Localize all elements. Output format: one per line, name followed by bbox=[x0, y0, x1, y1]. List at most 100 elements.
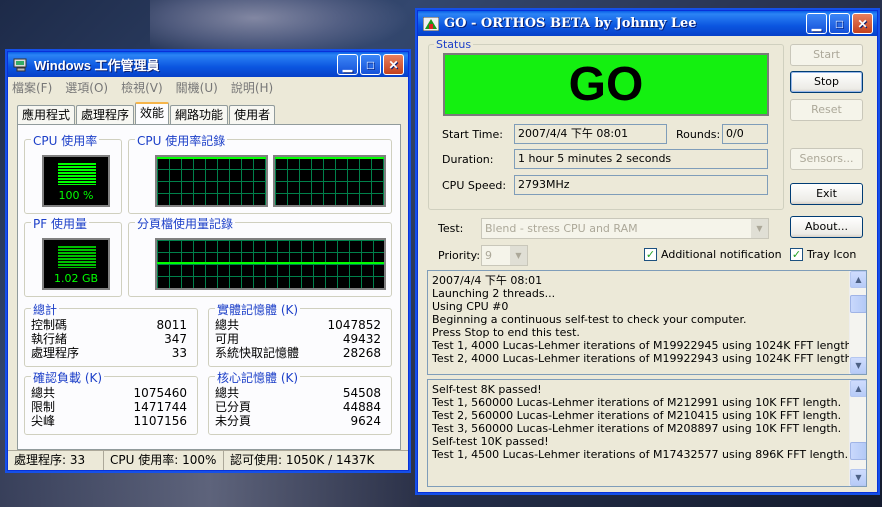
scroll-up-icon[interactable]: ▲ bbox=[850, 271, 866, 288]
log-line: Test 1, 4000 Lucas-Lehmer iterations of … bbox=[432, 339, 856, 352]
close-button[interactable]: ✕ bbox=[852, 13, 873, 34]
close-icon: ✕ bbox=[388, 57, 399, 72]
cpu-history-graph-core1 bbox=[273, 155, 386, 207]
scroll-down-icon[interactable]: ▼ bbox=[850, 469, 866, 486]
thread1-log[interactable]: 2007/4/4 下午 08:01 Launching 2 threads...… bbox=[427, 270, 867, 375]
close-button[interactable]: ✕ bbox=[383, 54, 404, 75]
minimize-icon: ▁ bbox=[811, 16, 822, 31]
maximize-icon: □ bbox=[835, 16, 844, 31]
tray-icon-label: Tray Icon bbox=[807, 248, 857, 261]
stat-row: 系統快取記憶體 28268 bbox=[215, 346, 381, 360]
tab-networking[interactable]: 網路功能 bbox=[170, 105, 229, 124]
maximize-button[interactable]: □ bbox=[829, 13, 850, 34]
test-select[interactable]: Blend - stress CPU and RAM ▼ bbox=[481, 218, 769, 239]
status-processes: 處理程序: 33 bbox=[8, 451, 104, 470]
scroll-thumb[interactable] bbox=[850, 442, 866, 460]
reset-button[interactable]: Reset bbox=[790, 99, 863, 121]
cpu-usage-meter: 100 % bbox=[42, 155, 110, 207]
pf-usage-group: PF 使用量 1.02 GB bbox=[24, 215, 122, 297]
log-line: Beginning a continuous self-test to chec… bbox=[432, 313, 747, 326]
status-commit: 認可使用: 1050K / 1437K bbox=[230, 453, 375, 467]
minimize-icon: ▁ bbox=[342, 57, 353, 72]
stat-row: 總共 1075460 bbox=[31, 386, 187, 400]
log-line: 2007/4/4 下午 08:01 bbox=[432, 274, 543, 287]
rounds-label: Rounds: bbox=[676, 128, 721, 141]
pf-usage-meter: 1.02 GB bbox=[42, 238, 110, 290]
tab-processes[interactable]: 處理程序 bbox=[76, 105, 135, 124]
log-line: Self-test 10K passed! bbox=[432, 435, 549, 448]
tab-users[interactable]: 使用者 bbox=[229, 105, 276, 124]
rounds-field: 0/0 bbox=[722, 124, 768, 144]
start-button[interactable]: Start bbox=[790, 44, 863, 66]
cpu-usage-group: CPU 使用率 100 % bbox=[24, 132, 122, 214]
physical-memory-group: 實體記憶體 (K) 總共 1047852 可用 49432 系統快取記憶體 28268 bbox=[208, 301, 392, 367]
log-line: Test 1, 560000 Lucas-Lehmer iterations o… bbox=[432, 396, 842, 409]
close-icon: ✕ bbox=[857, 16, 868, 31]
tab-strip: 應用程式 處理程序 效能 網路功能 使用者 bbox=[17, 102, 276, 124]
stat-row: 總共 54508 bbox=[215, 386, 381, 400]
physical-memory-title: 實體記憶體 (K) bbox=[215, 301, 301, 318]
checkmark-icon: ✓ bbox=[644, 248, 657, 261]
sensors-button[interactable]: Sensors... bbox=[790, 148, 863, 170]
computer-icon bbox=[13, 58, 29, 72]
totals-group: 總計 控制碼 8011 執行緒 347 處理程序 33 bbox=[24, 301, 198, 367]
menu-file[interactable]: 檔案(F) bbox=[12, 79, 52, 96]
pf-usage-value: 1.02 GB bbox=[53, 272, 99, 285]
minimize-button[interactable]: ▁ bbox=[806, 13, 827, 34]
cpu-speed-field: 2793MHz bbox=[514, 175, 768, 195]
duration-label: Duration: bbox=[442, 153, 494, 166]
stat-row: 執行緒 347 bbox=[31, 332, 187, 346]
stat-row: 控制碼 8011 bbox=[31, 318, 187, 332]
pf-history-title: 分頁檔使用量記錄 bbox=[135, 215, 236, 232]
thread2-log[interactable]: Self-test 8K passed! Test 1, 560000 Luca… bbox=[427, 379, 867, 487]
stat-row: 尖峰 1107156 bbox=[31, 414, 187, 428]
scroll-thumb[interactable] bbox=[850, 295, 866, 313]
totals-title: 總計 bbox=[31, 301, 60, 318]
status-indicator: GO bbox=[443, 53, 769, 116]
window-title: GO - ORTHOS BETA by Johnny Lee bbox=[444, 16, 697, 31]
stat-row: 總共 1047852 bbox=[215, 318, 381, 332]
kernel-memory-title: 核心記憶體 (K) bbox=[215, 369, 301, 386]
cpu-usage-value: 100 % bbox=[58, 189, 94, 202]
log-line: Test 1, 4500 Lucas-Lehmer iterations of … bbox=[432, 448, 849, 461]
start-time-field: 2007/4/4 下午 08:01 bbox=[514, 124, 667, 144]
log-line: Launching 2 threads... bbox=[432, 287, 556, 300]
menu-bar: 檔案(F) 選項(O) 檢視(V) 關機(U) 說明(H) bbox=[8, 77, 408, 97]
performance-panel: CPU 使用率 100 % CPU 使用率記錄 PF 使用量 1.02 GB 分… bbox=[17, 124, 401, 450]
log1-scrollbar[interactable]: ▲ ▼ bbox=[849, 271, 866, 374]
stat-row: 已分頁 44884 bbox=[215, 400, 381, 414]
task-manager-titlebar[interactable]: Windows 工作管理員 ▁ □ ✕ bbox=[8, 52, 408, 77]
additional-notification-checkbox[interactable]: ✓ Additional notification bbox=[644, 248, 782, 261]
menu-help[interactable]: 說明(H) bbox=[231, 79, 273, 96]
status-cpu: CPU 使用率: 100% bbox=[104, 451, 224, 470]
scroll-down-icon[interactable]: ▼ bbox=[850, 357, 866, 374]
menu-shutdown[interactable]: 關機(U) bbox=[176, 79, 218, 96]
commit-charge-title: 確認負載 (K) bbox=[31, 369, 105, 386]
orthos-titlebar[interactable]: GO - ORTHOS BETA by Johnny Lee ▁ □ ✕ bbox=[418, 11, 877, 36]
maximize-button[interactable]: □ bbox=[360, 54, 381, 75]
chevron-down-icon: ▼ bbox=[751, 219, 768, 238]
tab-performance[interactable]: 效能 bbox=[135, 102, 170, 124]
start-time-label: Start Time: bbox=[442, 128, 503, 141]
log-line: Test 3, 560000 Lucas-Lehmer iterations o… bbox=[432, 422, 842, 435]
minimize-button[interactable]: ▁ bbox=[337, 54, 358, 75]
log2-scrollbar[interactable]: ▲ ▼ bbox=[849, 380, 866, 486]
priority-select[interactable]: 9 ▼ bbox=[481, 245, 528, 266]
pf-history-graph bbox=[155, 238, 386, 290]
orthos-window: GO - ORTHOS BETA by Johnny Lee ▁ □ ✕ Sta… bbox=[417, 10, 878, 493]
status-bar: 處理程序: 33 CPU 使用率: 100% 認可使用: 1050K / 143… bbox=[8, 450, 408, 470]
about-button[interactable]: About... bbox=[790, 216, 863, 238]
additional-notification-label: Additional notification bbox=[661, 248, 782, 261]
test-select-value: Blend - stress CPU and RAM bbox=[485, 222, 638, 235]
exit-button[interactable]: Exit bbox=[790, 183, 863, 205]
menu-options[interactable]: 選項(O) bbox=[65, 79, 108, 96]
menu-view[interactable]: 檢視(V) bbox=[121, 79, 163, 96]
test-label: Test: bbox=[438, 222, 464, 235]
scroll-up-icon[interactable]: ▲ bbox=[850, 380, 866, 397]
tab-applications[interactable]: 應用程式 bbox=[17, 105, 76, 124]
kernel-memory-group: 核心記憶體 (K) 總共 54508 已分頁 44884 未分頁 9624 bbox=[208, 369, 392, 435]
stop-button[interactable]: Stop bbox=[790, 71, 863, 93]
pf-history-group: 分頁檔使用量記錄 bbox=[128, 215, 392, 297]
tray-icon-checkbox[interactable]: ✓ Tray Icon bbox=[790, 248, 856, 261]
stat-row: 可用 49432 bbox=[215, 332, 381, 346]
